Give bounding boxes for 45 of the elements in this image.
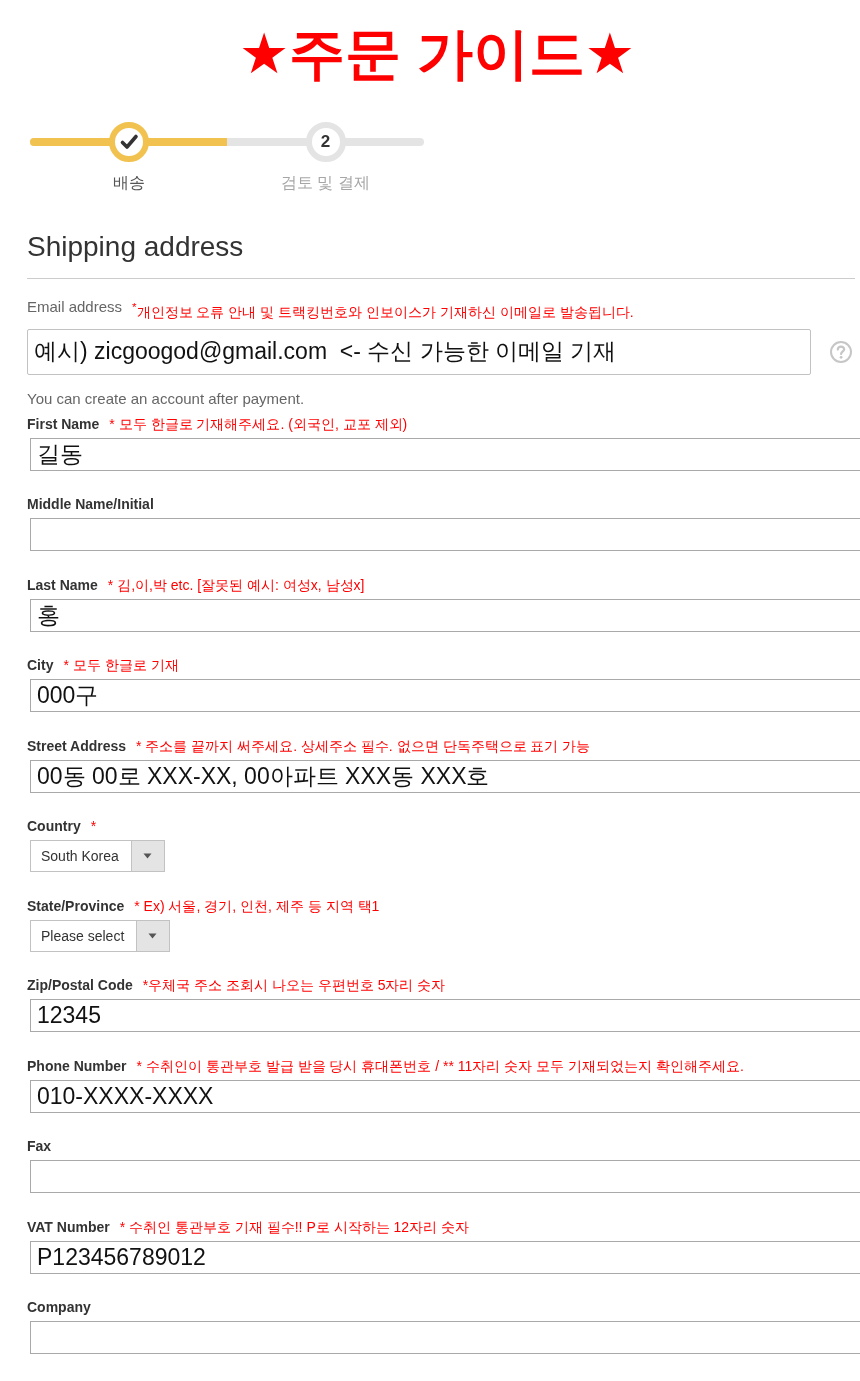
hint-text: You can create an account after payment. [27,388,306,409]
input-field[interactable]: 12345 [30,999,860,1033]
field-label: Country [27,817,81,836]
field-note: * [90,817,97,836]
input-field[interactable]: 010-XXXX-XXXX [30,1079,860,1113]
field-label: Phone Number [27,1056,127,1075]
field-note: * 수취인이 통관부호 발급 받을 당시 휴대폰번호 / ** 11자리 숫자 모두 기재되었는지 확인해주세요. [136,1056,744,1075]
field-label: Zip/Postal Code [27,976,133,995]
dropdown[interactable]: South Korea [30,840,165,873]
field-label: State/Province [27,896,125,915]
input-field[interactable] [30,518,860,552]
dropdown[interactable]: Please select [30,919,171,952]
caret-icon [130,841,164,872]
input-field[interactable]: 길동 [30,437,860,471]
input-field[interactable]: P123456789012 [30,1240,860,1274]
step-number: 2 [305,122,346,162]
field-label: Last Name [27,575,98,594]
field-note: * 모두 한글로 기재해주세요. (외국인, 교포 제외) [109,414,408,433]
field-note: * 주소를 끝까지 써주세요. 상세주소 필수. 없으면 단독주택으로 표기 가능 [136,736,591,755]
input-field[interactable]: 홍 [30,598,860,632]
input-field[interactable]: 00동 00로 XXX-XX, 00아파트 XXX동 XXX호 [30,759,860,793]
field-note: * 김,이,박 etc. [잘못된 예시: 여성x, 남성x] [107,575,365,594]
input-field[interactable]: 000구 [30,679,860,713]
field-label: Email address [27,297,123,317]
field-note: * 모두 한글로 기재 [63,656,179,675]
section-title: Shipping address [27,230,245,264]
input-field[interactable] [30,1160,860,1194]
field-label: Fax [27,1137,52,1156]
step-label: 검토 및 결제 [281,173,370,193]
help-icon[interactable] [830,340,852,363]
field-label: Company [27,1298,91,1317]
field-label: City [27,656,54,675]
field-label: First Name [27,414,100,433]
field-note: *우체국 주소 조회시 나오는 우편번호 5자리 숫자 [142,976,446,995]
email-field[interactable]: 예시) zicgoogod@gmail.com <- 수신 가능한 이메일 기재 [27,328,811,375]
field-label: Middle Name/Initial [27,495,154,514]
field-label: Street Address [27,736,127,755]
field-note: $^{*}$개인정보 오류 안내 및 트랙킹번호와 인보이스가 기재하신 이메일로 발송됩니다. [132,299,634,322]
field-note: * 수취인 통관부호 기재 필수!! P로 시작하는 12자리 숫자 [119,1217,469,1236]
step-label: 배송 [112,173,145,193]
caret-icon [136,920,170,951]
field-label: VAT Number [27,1217,110,1236]
page-title: ★주문 가이드★ [238,21,636,87]
input-field[interactable] [30,1321,860,1355]
field-note: * Ex) 서울, 경기, 인천, 제주 등 지역 택1 [134,896,380,915]
